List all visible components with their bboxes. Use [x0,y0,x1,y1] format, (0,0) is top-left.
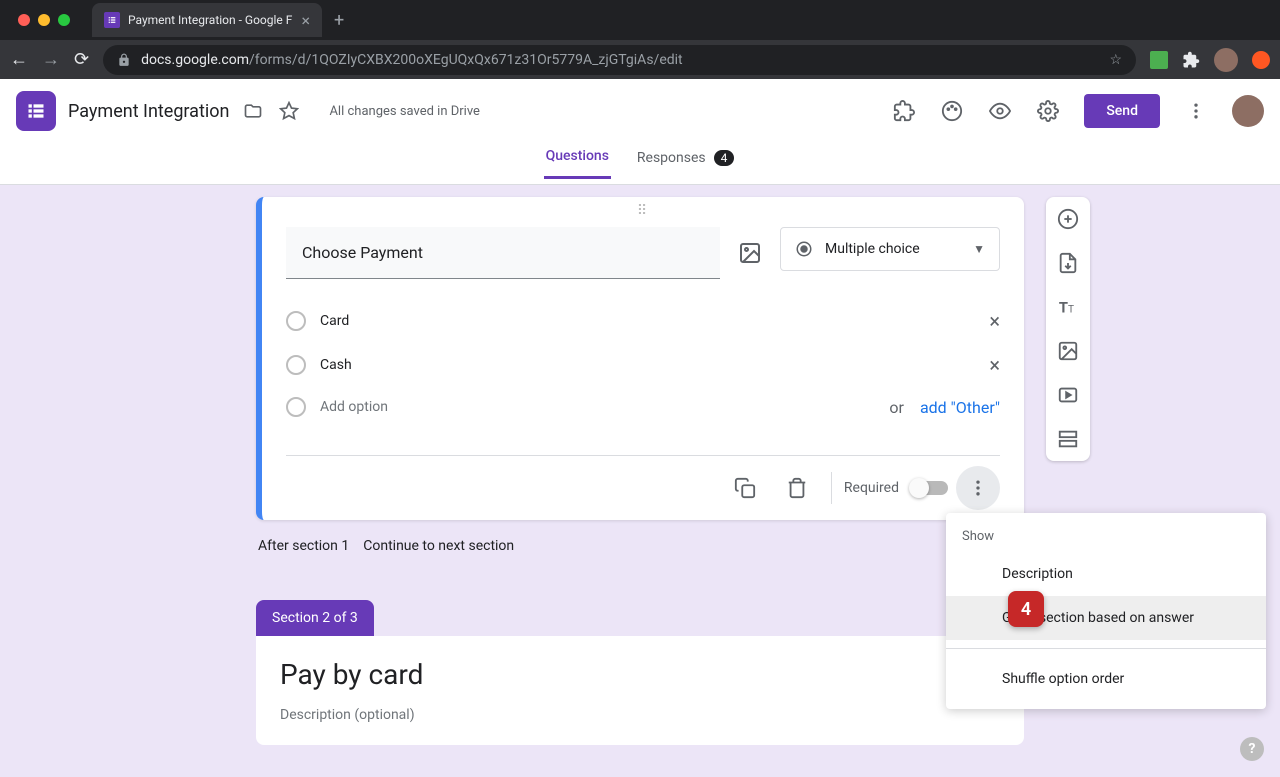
question-title-input[interactable] [286,227,720,279]
browser-chrome: Payment Integration - Google F × + ← → ⟳… [0,0,1280,79]
add-image-button[interactable] [1050,337,1086,365]
reload-button[interactable]: ⟳ [74,49,89,70]
popup-show-header: Show [946,521,1266,552]
palette-icon[interactable] [940,99,964,123]
after-section-label: After section 1 [258,538,349,554]
section-badge: Section 2 of 3 [256,600,374,636]
question-type-select[interactable]: Multiple choice ▼ [780,227,1000,271]
option-row: Card × [286,299,1000,343]
form-canvas: TT ⠿ [0,185,1280,777]
forms-header: Payment Integration All changes saved in… [0,79,1280,143]
question-options-menu: Show Description Go to section based on … [946,513,1266,709]
more-menu-icon[interactable] [1184,99,1208,123]
maximize-window-button[interactable] [58,14,70,26]
tab-questions-label: Questions [546,148,609,164]
add-question-button[interactable] [1050,205,1086,233]
add-image-to-question-icon[interactable] [738,241,762,265]
option-text[interactable]: Card [320,313,975,329]
preview-icon[interactable] [988,99,1012,123]
account-avatar[interactable] [1232,95,1264,127]
minimize-window-button[interactable] [38,14,50,26]
close-window-button[interactable] [18,14,30,26]
required-label: Required [844,480,899,496]
section-2-container: Section 2 of 3 Pay by card Description (… [256,600,1024,745]
extensions-icon[interactable] [1182,51,1200,69]
addons-icon[interactable] [892,99,916,123]
radio-icon [286,311,306,331]
menu-item-shuffle[interactable]: Shuffle option order [946,657,1266,701]
window-controls [8,14,80,26]
drag-handle-icon[interactable]: ⠿ [262,197,1024,219]
after-section-action: Continue to next section [363,538,514,554]
forms-tabs: Questions Responses 4 [0,143,1280,185]
radio-icon [795,240,813,258]
lock-icon [117,53,131,67]
add-section-button[interactable] [1050,425,1086,453]
question-card: ⠿ Multiple choice ▼ Card [256,197,1024,520]
menu-item-description[interactable]: Description [946,552,1266,596]
tab-questions[interactable]: Questions [544,148,611,179]
question-type-label: Multiple choice [825,241,920,257]
remove-option-icon[interactable]: × [989,353,1000,377]
star-icon[interactable] [277,99,301,123]
section-description[interactable]: Description (optional) [280,707,1000,723]
option-row: Cash × [286,343,1000,387]
tab-close-icon[interactable]: × [301,11,310,30]
back-button[interactable]: ← [10,49,28,70]
divider [946,648,1266,649]
or-text: or [889,398,904,417]
new-tab-button[interactable]: + [334,10,344,31]
required-toggle[interactable] [911,481,948,495]
form-title[interactable]: Payment Integration [68,101,229,122]
url-text: docs.google.com/forms/d/1QOZIyCXBX200oXE… [141,52,683,68]
radio-icon [286,397,306,417]
tab-responses[interactable]: Responses 4 [635,150,736,178]
remove-option-icon[interactable]: × [989,309,1000,333]
extension-icons [1150,48,1270,72]
divider [831,472,832,504]
section-card: Pay by card Description (optional) [256,636,1024,745]
question-more-button[interactable] [956,466,1000,510]
forms-logo[interactable] [16,91,56,131]
tab-bar: Payment Integration - Google F × + [0,0,1280,40]
add-option-row: Add option or add "Other" [286,387,1000,427]
option-text[interactable]: Cash [320,357,975,373]
add-other-link[interactable]: add "Other" [920,398,1000,417]
chevron-down-icon: ▼ [973,242,985,256]
extension-icon-1[interactable] [1150,51,1168,69]
section-title[interactable]: Pay by card [280,658,1000,691]
responses-count-badge: 4 [714,150,735,166]
help-button[interactable]: ? [1240,737,1264,761]
side-toolbar: TT [1046,197,1090,461]
forward-button[interactable]: → [42,49,60,70]
send-button[interactable]: Send [1084,94,1160,128]
browser-tab[interactable]: Payment Integration - Google F × [92,3,322,37]
extension-icon-2[interactable] [1252,51,1270,69]
svg-text:T: T [1068,305,1074,316]
tab-title: Payment Integration - Google F [128,13,293,27]
tab-responses-label: Responses [637,150,706,166]
import-questions-button[interactable] [1050,249,1086,277]
header-actions: Send [892,94,1264,128]
delete-button[interactable] [775,466,819,510]
move-to-folder-icon[interactable] [241,99,265,123]
add-option-text[interactable]: Add option [320,399,873,415]
menu-item-goto-section[interactable]: Go to section based on answer [946,596,1266,640]
duplicate-button[interactable] [723,466,767,510]
add-video-button[interactable] [1050,381,1086,409]
address-bar: ← → ⟳ docs.google.com/forms/d/1QOZIyCXBX… [0,40,1280,79]
forms-favicon [104,12,120,28]
browser-profile-avatar[interactable] [1214,48,1238,72]
annotation-badge: 4 [1008,591,1044,627]
svg-text:T: T [1059,299,1068,317]
url-bar[interactable]: docs.google.com/forms/d/1QOZIyCXBX200oXE… [103,45,1136,75]
after-section-select[interactable]: After section 1 Continue to next section… [256,520,1024,572]
bookmark-star-icon[interactable]: ☆ [1109,52,1122,68]
add-title-button[interactable]: TT [1050,293,1086,321]
save-status: All changes saved in Drive [329,104,480,119]
question-footer: Required [286,455,1000,520]
radio-icon [286,355,306,375]
settings-icon[interactable] [1036,99,1060,123]
